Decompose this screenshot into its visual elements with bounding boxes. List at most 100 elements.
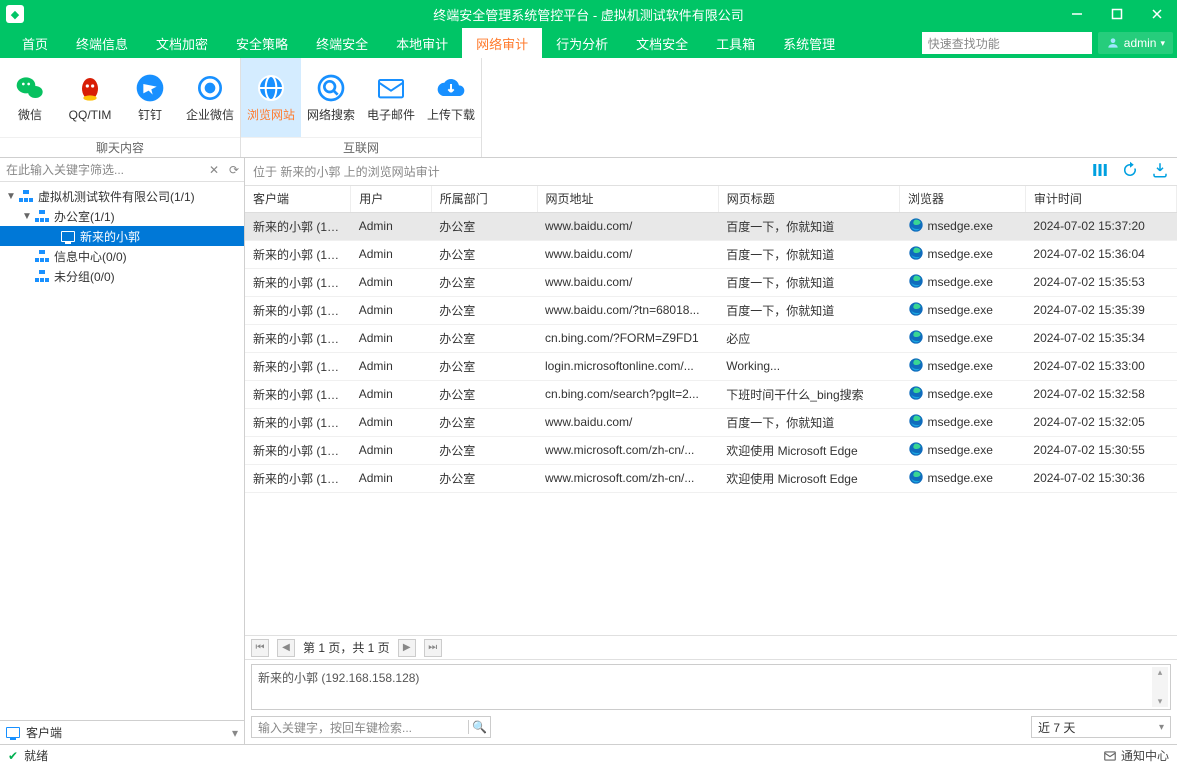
column-header[interactable]: 浏览器 <box>900 186 1026 212</box>
status-check-icon: ✔ <box>8 749 18 763</box>
detail-panel: 新来的小郭 (192.168.158.128) ▴▾ <box>251 664 1171 710</box>
ribbon-ding-button[interactable]: 钉钉 <box>120 58 180 137</box>
sidebar-footer[interactable]: 客户端 ▾ <box>0 720 244 744</box>
ribbon-qq-button[interactable]: QQ/TIM <box>60 58 120 137</box>
ribbon-wechat-button[interactable]: 微信 <box>0 58 60 137</box>
ribbon-wework-button[interactable]: 企业微信 <box>180 58 240 137</box>
search-icon[interactable]: 🔍 <box>468 720 490 734</box>
last-page-button[interactable]: ⏭ <box>424 639 442 657</box>
menu-item-6[interactable]: 网络审计 <box>462 28 542 58</box>
table-row[interactable]: 新来的小郭 (19...Admin办公室www.baidu.com/百度一下，你… <box>245 212 1177 240</box>
org-tree: ▼虚拟机测试软件有限公司(1/1)▼办公室(1/1)新来的小郭信息中心(0/0)… <box>0 182 244 720</box>
edge-icon <box>908 245 924 264</box>
date-range-dropdown[interactable]: 近 7 天 ▾ <box>1031 716 1171 738</box>
status-text: 就绪 <box>24 747 48 764</box>
edge-icon <box>908 441 924 460</box>
column-settings-button[interactable] <box>1091 161 1109 182</box>
ribbon-group-chat-label: 聊天内容 <box>0 137 240 157</box>
edge-icon <box>908 329 924 348</box>
menu-item-3[interactable]: 安全策略 <box>222 28 302 58</box>
table-row[interactable]: 新来的小郭 (19...Admin办公室www.microsoft.com/zh… <box>245 436 1177 464</box>
client-icon <box>6 727 20 738</box>
org-icon <box>34 270 50 282</box>
next-page-button[interactable]: ▶ <box>398 639 416 657</box>
org-icon <box>18 190 34 202</box>
chevron-down-icon: ▾ <box>1160 38 1165 49</box>
expand-toggle[interactable]: ▼ <box>20 211 34 222</box>
tree-filter-input[interactable] <box>0 158 204 181</box>
menu-item-5[interactable]: 本地审计 <box>382 28 462 58</box>
column-header[interactable]: 审计时间 <box>1025 186 1176 212</box>
detail-text: 新来的小郭 (192.168.158.128) <box>258 671 419 685</box>
table-row[interactable]: 新来的小郭 (19...Admin办公室www.baidu.com/百度一下，你… <box>245 240 1177 268</box>
table-row[interactable]: 新来的小郭 (19...Admin办公室www.baidu.com/百度一下，你… <box>245 268 1177 296</box>
menu-bar: 首页终端信息文档加密安全策略终端安全本地审计网络审计行为分析文档安全工具箱系统管… <box>0 28 1177 58</box>
tree-node[interactable]: 未分组(0/0) <box>0 266 244 286</box>
tree-node[interactable]: 信息中心(0/0) <box>0 246 244 266</box>
prev-page-button[interactable]: ◀ <box>277 639 295 657</box>
ding-icon <box>134 72 166 104</box>
table-row[interactable]: 新来的小郭 (19...Admin办公室www.microsoft.com/zh… <box>245 464 1177 492</box>
column-header[interactable]: 客户端 <box>245 186 351 212</box>
org-icon <box>34 250 50 262</box>
refresh-button[interactable] <box>1121 161 1139 182</box>
mon-icon <box>60 231 76 242</box>
clear-filter-button[interactable]: ✕ <box>204 163 224 177</box>
tree-node[interactable]: ▼办公室(1/1) <box>0 206 244 226</box>
table-row[interactable]: 新来的小郭 (19...Admin办公室cn.bing.com/search?p… <box>245 380 1177 408</box>
quick-search-input[interactable] <box>922 32 1092 54</box>
first-page-button[interactable]: ⏮ <box>251 639 269 657</box>
menu-item-0[interactable]: 首页 <box>8 28 62 58</box>
org-icon <box>34 210 50 222</box>
search-icon <box>315 72 347 104</box>
export-button[interactable] <box>1151 161 1169 182</box>
notification-label: 通知中心 <box>1121 747 1169 764</box>
expand-toggle[interactable]: ▼ <box>4 191 18 202</box>
edge-icon <box>908 217 924 236</box>
refresh-tree-button[interactable]: ⟳ <box>224 163 244 177</box>
wework-icon <box>194 72 226 104</box>
ribbon-mail-button[interactable]: 电子邮件 <box>361 58 421 137</box>
ribbon-cloud-button[interactable]: 上传下载 <box>421 58 481 137</box>
column-header[interactable]: 网页标题 <box>718 186 899 212</box>
app-icon: ◆ <box>6 5 24 23</box>
column-header[interactable]: 网页地址 <box>537 186 718 212</box>
menu-item-1[interactable]: 终端信息 <box>62 28 142 58</box>
maximize-button[interactable] <box>1097 0 1137 28</box>
cloud-icon <box>435 72 467 104</box>
table-row[interactable]: 新来的小郭 (19...Admin办公室cn.bing.com/?FORM=Z9… <box>245 324 1177 352</box>
table-row[interactable]: 新来的小郭 (19...Admin办公室www.baidu.com/百度一下，你… <box>245 408 1177 436</box>
menu-item-8[interactable]: 文档安全 <box>622 28 702 58</box>
keyword-search-input[interactable] <box>252 720 468 734</box>
wechat-icon <box>14 72 46 104</box>
table-row[interactable]: 新来的小郭 (19...Admin办公室www.baidu.com/?tn=68… <box>245 296 1177 324</box>
chevron-down-icon: ▾ <box>1159 722 1164 733</box>
menu-item-10[interactable]: 系统管理 <box>769 28 849 58</box>
ribbon-globe-button[interactable]: 浏览网站 <box>241 58 301 137</box>
menu-item-4[interactable]: 终端安全 <box>302 28 382 58</box>
mail-icon <box>375 72 407 104</box>
menu-item-9[interactable]: 工具箱 <box>702 28 769 58</box>
menu-item-2[interactable]: 文档加密 <box>142 28 222 58</box>
globe-icon <box>255 72 287 104</box>
user-menu-button[interactable]: admin ▾ <box>1098 32 1173 54</box>
edge-icon <box>908 273 924 292</box>
column-header[interactable]: 用户 <box>351 186 432 212</box>
close-button[interactable] <box>1137 0 1177 28</box>
user-name: admin <box>1124 36 1157 50</box>
menu-item-7[interactable]: 行为分析 <box>542 28 622 58</box>
user-icon <box>1106 36 1120 50</box>
edge-icon <box>908 469 924 488</box>
status-bar: ✔ 就绪 通知中心 <box>0 744 1177 766</box>
tree-node[interactable]: ▼虚拟机测试软件有限公司(1/1) <box>0 186 244 206</box>
notification-center-button[interactable]: 通知中心 <box>1103 747 1169 764</box>
context-bar: 位于 新来的小郭 上的浏览网站审计 <box>245 158 1177 186</box>
ribbon-search-button[interactable]: 网络搜索 <box>301 58 361 137</box>
minimize-button[interactable] <box>1057 0 1097 28</box>
table-row[interactable]: 新来的小郭 (19...Admin办公室login.microsoftonlin… <box>245 352 1177 380</box>
tree-node[interactable]: 新来的小郭 <box>0 226 244 246</box>
detail-scrollbar[interactable]: ▴▾ <box>1152 667 1168 707</box>
column-header[interactable]: 所属部门 <box>431 186 537 212</box>
edge-icon <box>908 357 924 376</box>
ribbon: 微信QQ/TIM钉钉企业微信 聊天内容 浏览网站网络搜索电子邮件上传下载 互联网 <box>0 58 1177 158</box>
